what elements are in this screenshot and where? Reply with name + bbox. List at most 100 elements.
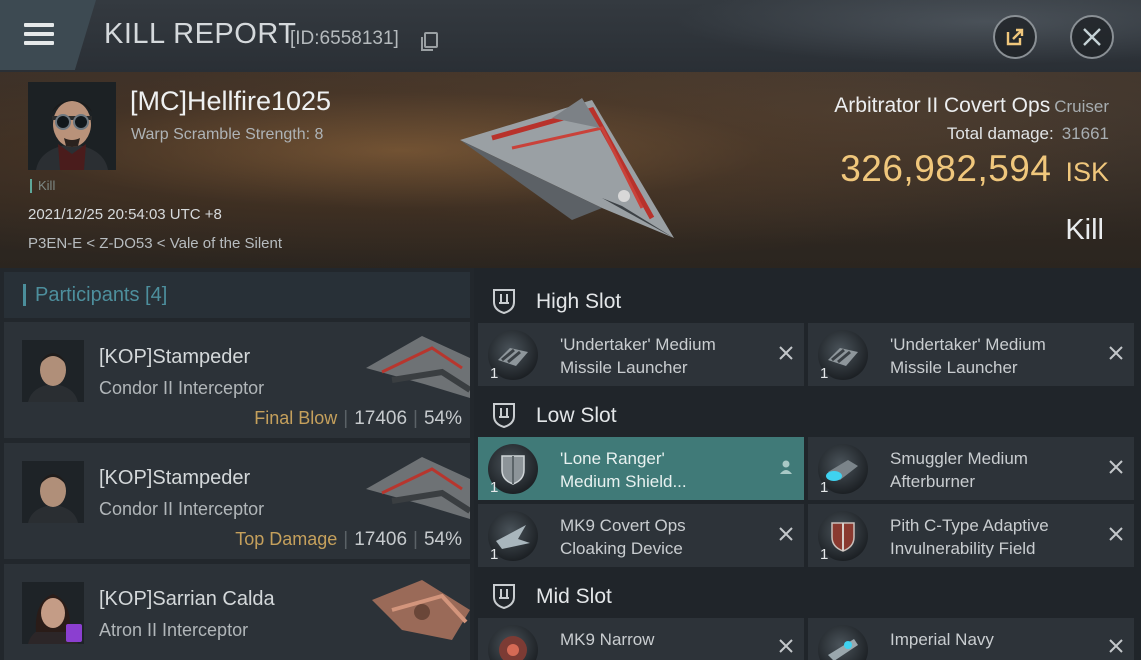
participant-percent: 54% (423, 408, 462, 429)
participants-title: Participants [4] (35, 284, 168, 306)
item-name-line2: Missile Launcher (560, 358, 688, 377)
background-decoration (621, 0, 1141, 72)
participant-avatar (22, 461, 84, 523)
participant-ship: Atron II Interceptor (99, 620, 249, 640)
total-damage-label: Total damage: (946, 124, 1054, 143)
participant-damage: 17406 (354, 408, 408, 429)
high-slot-header: High Slot (474, 274, 1141, 326)
participant-stats: Final Blow | 17406 | 54% (254, 408, 462, 430)
share-icon (1006, 28, 1024, 46)
item-name: Pith C-Type Adaptive Invulnerability Fie… (890, 514, 1049, 560)
separator: | (343, 529, 349, 550)
mid-slot-title: Mid Slot (536, 585, 612, 608)
dropped-person-icon (780, 460, 792, 474)
participant-name[interactable]: [KOP]Sarrian Calda (99, 588, 275, 611)
rank-badge-icon (66, 624, 82, 642)
total-damage-value: 31661 (1061, 124, 1109, 143)
item-name-line1: MK9 Narrow (560, 630, 655, 649)
item-quantity: 1 (820, 365, 829, 382)
item-name-line2: Afterburner (890, 472, 976, 491)
participant-ship-image (366, 457, 470, 519)
pilot-portrait-icon (22, 340, 84, 402)
victim-ship-name: Arbitrator II Covert Ops Cruiser (834, 94, 1109, 118)
item-quantity: 1 (490, 365, 499, 382)
slot-item[interactable]: 1 'Lone Ranger' Medium Shield... (478, 437, 804, 500)
title-bar: KILL REPORT [ID:6558131] (0, 0, 1141, 72)
share-button[interactable] (993, 15, 1037, 59)
slot-item[interactable]: 1 MK9 Covert Ops Cloaking Device (478, 504, 804, 567)
participants-panel: Participants [4] [KOP]Stampeder Condor I… (0, 268, 474, 660)
slot-shield-icon (493, 289, 515, 314)
isk-value-row: 326,982,594 ISK (840, 148, 1109, 190)
participant-name[interactable]: [KOP]Stampeder (99, 467, 250, 490)
slot-item[interactable]: MK9 Narrow (478, 618, 804, 660)
low-slot-header: Low Slot (474, 388, 1141, 440)
navy-module-icon (818, 625, 868, 660)
participant-percent: 54% (423, 529, 462, 550)
ship-name-text[interactable]: Arbitrator II Covert Ops (834, 94, 1050, 117)
destroyed-x-icon (779, 527, 793, 541)
page-title: KILL REPORT (104, 18, 297, 50)
participant-row[interactable]: [KOP]Stampeder Condor II Interceptor Fin… (4, 322, 470, 438)
kill-result: Kill (1065, 214, 1104, 246)
pilot-portrait-icon (28, 82, 116, 170)
destroyed-x-icon (1109, 527, 1123, 541)
victim-ship-image[interactable] (452, 88, 682, 248)
item-name-line1: MK9 Covert Ops (560, 516, 686, 535)
isk-unit: ISK (1065, 157, 1109, 187)
participant-ship-image (372, 580, 470, 640)
warp-scramble-strength: Warp Scramble Strength: 8 (131, 126, 324, 143)
destroyed-x-icon (1109, 346, 1123, 360)
destroyed-x-icon (779, 346, 793, 360)
item-name: MK9 Narrow (560, 628, 654, 651)
participant-ship-image (366, 336, 470, 398)
copy-icon[interactable] (421, 32, 438, 51)
item-name: 'Undertaker' Medium Missile Launcher (560, 333, 716, 379)
destroyed-x-icon (779, 639, 793, 653)
item-name-line2: Invulnerability Field (890, 539, 1036, 558)
close-icon (1083, 28, 1101, 46)
item-name-line2: Cloaking Device (560, 539, 683, 558)
report-id: [ID:6558131] (290, 28, 399, 49)
item-name: 'Lone Ranger' Medium Shield... (560, 447, 687, 493)
high-slot-title: High Slot (536, 290, 622, 313)
item-quantity: 1 (490, 479, 499, 496)
slot-shield-icon (493, 403, 515, 428)
item-name-line2: Missile Launcher (890, 358, 1018, 377)
menu-tab[interactable] (0, 0, 96, 70)
victim-portrait[interactable] (28, 82, 116, 170)
slot-item[interactable]: Imperial Navy (808, 618, 1134, 660)
item-name: MK9 Covert Ops Cloaking Device (560, 514, 686, 560)
fitting-panel: High Slot 1 'Undertaker' Medium Missile … (474, 268, 1141, 660)
item-name-line2: Medium Shield... (560, 472, 687, 491)
participant-damage: 17406 (354, 529, 408, 550)
destroyed-x-icon (1109, 460, 1123, 474)
item-name-line1: 'Undertaker' Medium (890, 335, 1046, 354)
slot-item[interactable]: 1 'Undertaker' Medium Missile Launcher (808, 323, 1134, 386)
item-quantity: 1 (820, 546, 829, 563)
participant-row[interactable]: [KOP]Sarrian Calda Atron II Interceptor (4, 564, 470, 660)
participants-accent-bar (23, 284, 26, 306)
destroyed-x-icon (1109, 639, 1123, 653)
participant-ship: Condor II Interceptor (99, 378, 265, 398)
victim-header: [MC]Hellfire1025 Warp Scramble Strength:… (0, 72, 1141, 268)
hamburger-menu-icon[interactable] (24, 23, 54, 45)
participant-stats: Top Damage | 17406 | 54% (235, 529, 462, 551)
slot-item[interactable]: 1 'Undertaker' Medium Missile Launcher (478, 323, 804, 386)
victim-pilot-name[interactable]: [MC]Hellfire1025 (130, 86, 331, 117)
mid-slot-header: Mid Slot (474, 569, 1141, 621)
item-name-line1: Imperial Navy (890, 630, 994, 649)
kill-location: P3EN-E < Z-DO53 < Vale of the Silent (28, 235, 283, 252)
participants-header[interactable]: Participants [4] (4, 272, 470, 318)
slot-item[interactable]: 1 Smuggler Medium Afterburner (808, 437, 1134, 500)
item-name-line1: Pith C-Type Adaptive (890, 516, 1049, 535)
item-name: Smuggler Medium Afterburner (890, 447, 1028, 493)
close-button[interactable] (1070, 15, 1114, 59)
separator: | (413, 408, 418, 429)
item-name: 'Undertaker' Medium Missile Launcher (890, 333, 1046, 379)
slot-item[interactable]: 1 Pith C-Type Adaptive Invulnerability F… (808, 504, 1134, 567)
kill-timestamp: 2021/12/25 20:54:03 UTC +8 (28, 206, 222, 223)
participant-name[interactable]: [KOP]Stampeder (99, 346, 250, 369)
item-quantity: 1 (820, 479, 829, 496)
participant-row[interactable]: [KOP]Stampeder Condor II Interceptor Top… (4, 443, 470, 559)
